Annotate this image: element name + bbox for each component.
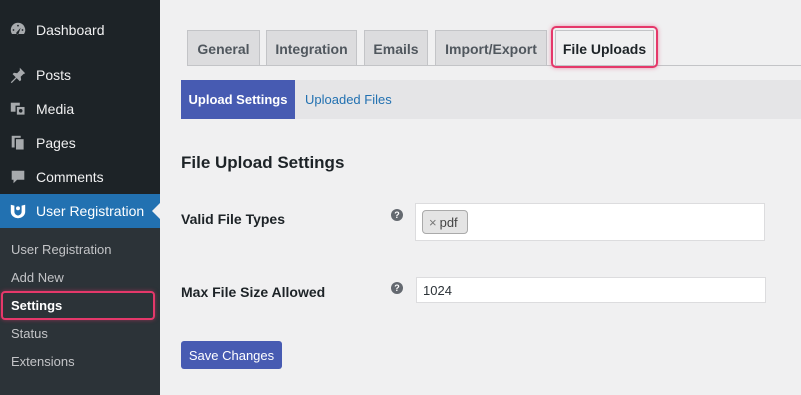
dashboard-icon: [8, 20, 28, 40]
submenu-item-status[interactable]: Status: [0, 321, 160, 345]
menu-item-comments[interactable]: Comments: [0, 160, 160, 194]
valid-file-types-label: Valid File Types: [181, 211, 286, 227]
help-glyph: ?: [394, 283, 400, 293]
subnav-uploaded-files[interactable]: Uploaded Files: [305, 80, 392, 119]
help-icon[interactable]: ?: [391, 209, 403, 221]
menu-item-user-registration[interactable]: User Registration: [0, 194, 160, 228]
help-glyph: ?: [394, 210, 400, 220]
menu-label: Dashboard: [36, 22, 105, 38]
submenu-item-user-registration[interactable]: User Registration: [0, 237, 160, 261]
menu-item-posts[interactable]: Posts: [0, 58, 160, 92]
settings-highlight: [1, 291, 155, 320]
pages-icon: [8, 133, 28, 153]
section-title: File Upload Settings: [181, 153, 345, 172]
media-icon: [8, 99, 28, 119]
max-file-size-label: Max File Size Allowed: [181, 284, 326, 300]
menu-label: User Registration: [36, 203, 145, 219]
help-icon[interactable]: ?: [391, 282, 403, 294]
tab-general[interactable]: General: [187, 30, 260, 66]
menu-item-media[interactable]: Media: [0, 92, 160, 126]
file-uploads-highlight: [551, 26, 658, 68]
pushpin-icon: [8, 65, 28, 85]
submenu-item-extensions[interactable]: Extensions: [0, 349, 160, 373]
tab-emails[interactable]: Emails: [364, 30, 428, 66]
menu-label: Comments: [36, 169, 104, 185]
tab-import-export[interactable]: Import/Export: [435, 30, 547, 66]
subnav: Upload Settings Uploaded Files: [181, 80, 801, 119]
token-label: pdf: [439, 214, 458, 230]
comment-icon: [8, 167, 28, 187]
tab-divider: [187, 65, 801, 66]
save-changes-button[interactable]: Save Changes: [181, 341, 282, 369]
submenu-item-add-new[interactable]: Add New: [0, 265, 160, 289]
menu-item-pages[interactable]: Pages: [0, 126, 160, 160]
user-registration-icon: [8, 201, 28, 221]
valid-file-types-select[interactable]: × pdf: [415, 203, 765, 241]
menu-label: Media: [36, 101, 75, 117]
admin-sidebar: Dashboard Posts Media Pages Comments Use…: [0, 0, 160, 395]
menu-item-dashboard[interactable]: Dashboard: [0, 13, 160, 47]
menu-label: Posts: [36, 67, 72, 83]
remove-token-icon[interactable]: ×: [429, 215, 437, 230]
file-type-token: × pdf: [422, 210, 468, 234]
tab-integration[interactable]: Integration: [266, 30, 357, 66]
subnav-upload-settings[interactable]: Upload Settings: [181, 80, 295, 119]
max-file-size-input[interactable]: [416, 277, 766, 303]
menu-label: Pages: [36, 135, 76, 151]
